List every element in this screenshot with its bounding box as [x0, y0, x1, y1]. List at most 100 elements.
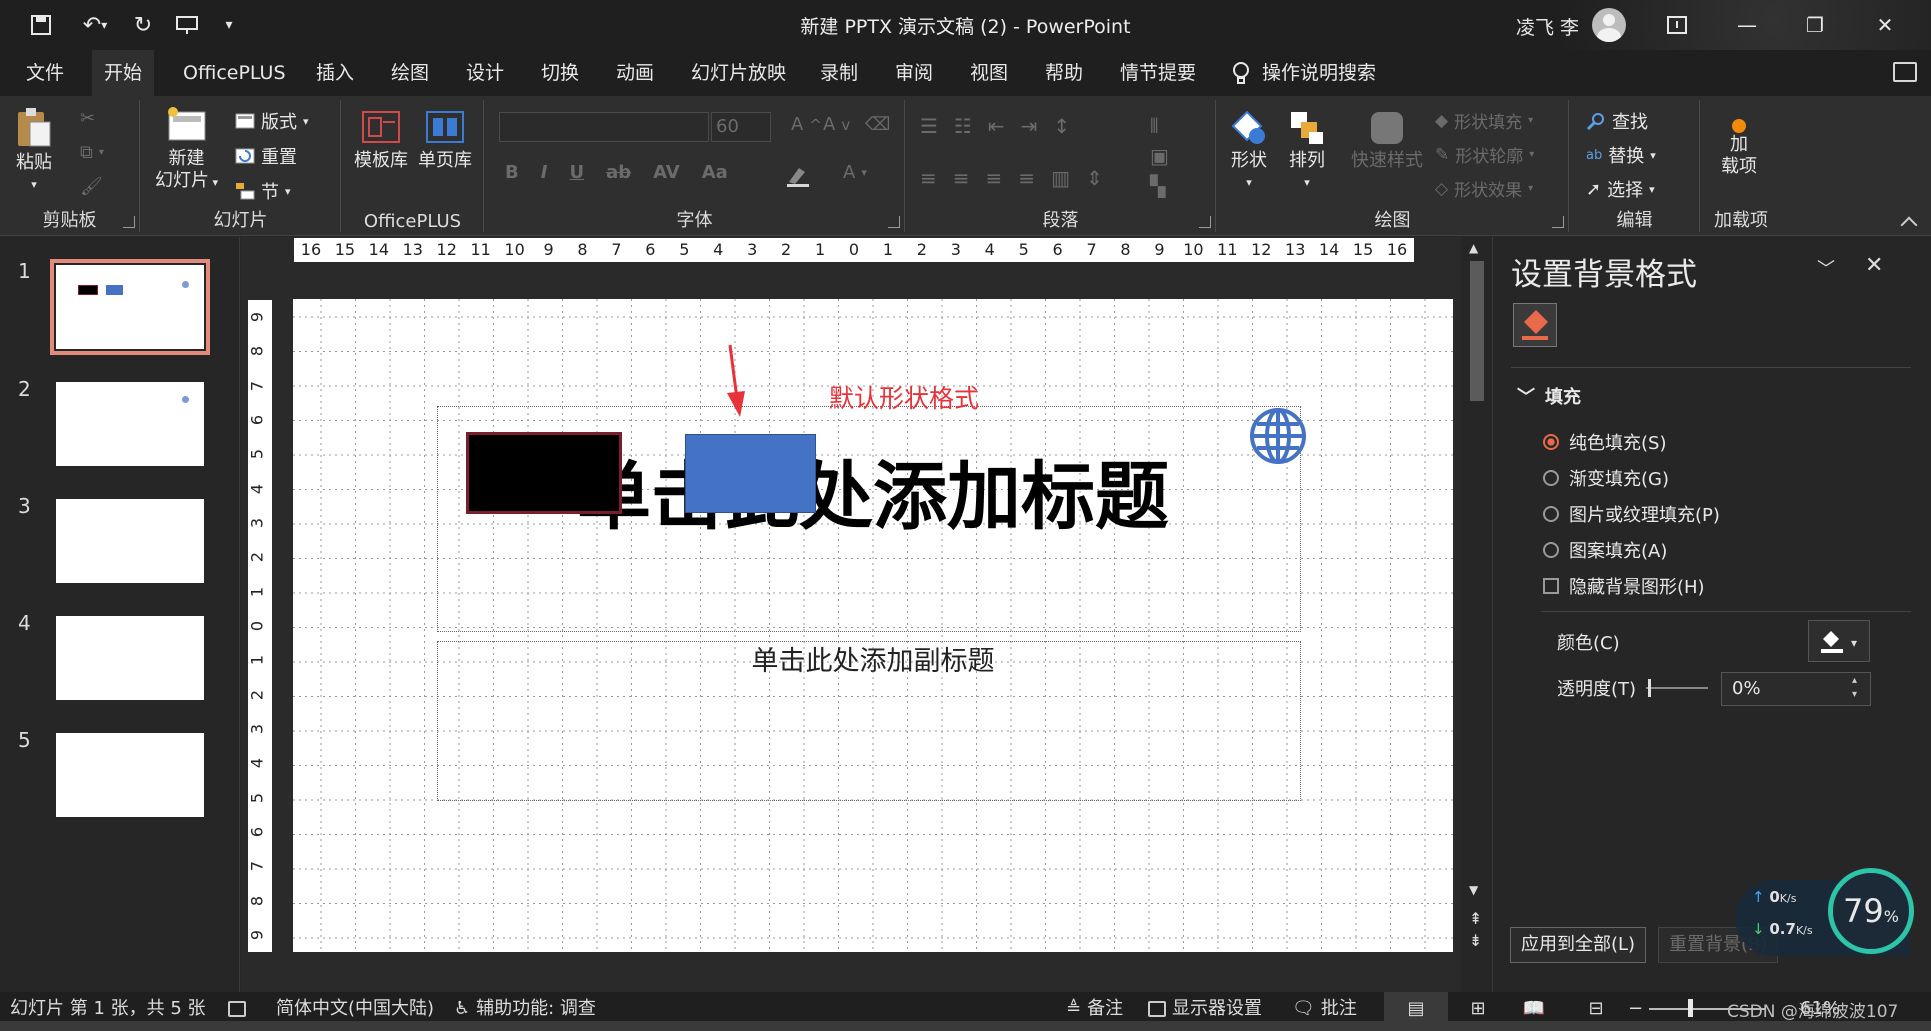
tab-design[interactable]: 设计: [454, 50, 516, 96]
align-center-icon[interactable]: ≡: [953, 166, 970, 190]
slide-thumbnail-4[interactable]: [56, 616, 204, 700]
user-name[interactable]: 凌飞 李: [1516, 13, 1579, 40]
hide-background-checkbox[interactable]: 隐藏背景图形(H): [1543, 573, 1705, 599]
avatar[interactable]: [1592, 8, 1626, 42]
editor-scrollbar[interactable]: ▲ ▼ ⇞ ⇟: [1463, 237, 1491, 992]
globe-icon[interactable]: [1249, 407, 1307, 465]
scroll-thumb[interactable]: [1470, 261, 1484, 401]
highlight-icon[interactable]: [785, 162, 811, 188]
replace-button[interactable]: ab 替换 ▾: [1586, 142, 1656, 168]
transparency-spinner-icon[interactable]: ▴ ▾: [1852, 674, 1857, 702]
shape-fill-button[interactable]: ◆ 形状填充 ▾: [1435, 108, 1533, 134]
transparency-input[interactable]: 0%: [1721, 672, 1871, 706]
quick-styles-button[interactable]: 快速样式: [1351, 108, 1423, 172]
option-gradient-fill[interactable]: 渐变填充(G): [1543, 465, 1669, 491]
transparency-slider[interactable]: [1646, 679, 1708, 697]
align-text-icon[interactable]: ▣: [1150, 144, 1169, 168]
new-slide-button[interactable]: 新建 幻灯片 ▾: [155, 106, 218, 194]
layout-button[interactable]: 版式 ▾: [235, 108, 309, 134]
restore-icon[interactable]: ❐: [1792, 8, 1838, 42]
align-left-icon[interactable]: ≡: [920, 166, 937, 190]
shape-effects-button[interactable]: ◇ 形状效果 ▾: [1435, 176, 1533, 202]
find-button[interactable]: 查找: [1586, 108, 1648, 134]
format-painter-icon[interactable]: 🖌: [80, 176, 103, 197]
paragraph-launcher-icon[interactable]: [1199, 216, 1211, 228]
tab-storyboard[interactable]: 情节提要: [1108, 50, 1208, 96]
clipboard-launcher-icon[interactable]: [123, 216, 135, 228]
option-pattern-fill[interactable]: 图案填充(A): [1543, 537, 1667, 563]
fill-section-header[interactable]: ﹀ 填充: [1517, 383, 1581, 409]
addins-button[interactable]: 加 载项: [1721, 118, 1757, 178]
italic-icon[interactable]: I: [541, 162, 548, 183]
collapse-ribbon-icon[interactable]: [1900, 216, 1918, 234]
thumbnail-scrollbar[interactable]: [222, 237, 240, 992]
paste-button[interactable]: 粘贴 ▾: [14, 106, 54, 196]
align-right-icon[interactable]: ≡: [986, 166, 1003, 190]
font-color-icon[interactable]: A ▾: [843, 162, 867, 183]
tab-insert[interactable]: 插入: [304, 50, 366, 96]
tab-review[interactable]: 审阅: [883, 50, 945, 96]
black-rectangle-shape[interactable]: [466, 432, 622, 514]
minimize-icon[interactable]: —: [1724, 8, 1770, 42]
font-size-box[interactable]: 60: [711, 112, 771, 142]
numbering-icon[interactable]: ☷: [954, 114, 972, 138]
bullets-icon[interactable]: ☰: [920, 114, 938, 138]
slide-thumbnail-1[interactable]: [50, 259, 210, 355]
arrange-button[interactable]: 排列 ▾: [1287, 108, 1327, 194]
color-picker-button[interactable]: ▾: [1808, 620, 1870, 662]
blue-rectangle-shape[interactable]: [685, 434, 816, 513]
save-icon[interactable]: [24, 10, 58, 40]
slide-canvas[interactable]: 单击此处添加标题 单击此处添加副标题 默认形状格式: [293, 299, 1453, 952]
char-spacing-icon[interactable]: AV: [653, 162, 680, 183]
justify-icon[interactable]: ≡: [1018, 166, 1035, 190]
section-button[interactable]: 节 ▾: [235, 178, 291, 204]
zoom-slider-knob[interactable]: [1688, 999, 1693, 1017]
pane-close-icon[interactable]: ✕: [1865, 253, 1883, 278]
undo-icon[interactable]: ↶ ▾: [70, 10, 120, 40]
tab-draw[interactable]: 绘图: [379, 50, 441, 96]
text-direction-tool-icon[interactable]: ⫴: [1150, 114, 1158, 138]
redo-icon[interactable]: ↻: [126, 10, 160, 40]
slide-thumbnail-2[interactable]: [56, 382, 204, 466]
tab-view[interactable]: 视图: [958, 50, 1020, 96]
customize-toolbar-icon[interactable]: ▾: [212, 10, 246, 40]
tab-home[interactable]: 开始: [92, 50, 155, 96]
smartart-icon[interactable]: ▚: [1150, 174, 1165, 198]
pane-options-icon[interactable]: ﹀: [1817, 255, 1835, 281]
clear-format-icon[interactable]: ⌫: [865, 114, 890, 135]
columns-icon[interactable]: ▥: [1051, 166, 1070, 190]
shapes-button[interactable]: 形状 ▾: [1229, 108, 1269, 194]
tab-record[interactable]: 录制: [808, 50, 870, 96]
tell-me-search[interactable]: 操作说明搜索: [1232, 50, 1376, 96]
ribbon-display-icon[interactable]: [1654, 8, 1700, 42]
bold-icon[interactable]: B: [505, 162, 519, 183]
tab-animations[interactable]: 动画: [604, 50, 666, 96]
comments-icon[interactable]: [1893, 62, 1917, 82]
grow-font-icon[interactable]: A ^: [791, 114, 822, 135]
text-direction-icon[interactable]: ⇕: [1086, 166, 1103, 190]
line-spacing-icon[interactable]: ↕: [1053, 114, 1070, 138]
template-library-button[interactable]: 模板库: [354, 108, 408, 172]
drawing-launcher-icon[interactable]: [1552, 216, 1564, 228]
increase-indent-icon[interactable]: ⇥: [1021, 114, 1038, 138]
single-page-library-button[interactable]: 单页库: [418, 108, 472, 172]
presenter-icon[interactable]: [170, 10, 204, 40]
decrease-indent-icon[interactable]: ⇤: [988, 114, 1005, 138]
subtitle-placeholder-text[interactable]: 单击此处添加副标题: [293, 639, 1453, 678]
close-icon[interactable]: ✕: [1862, 8, 1908, 42]
tab-file[interactable]: 文件: [14, 50, 76, 96]
option-solid-fill[interactable]: 纯色填充(S): [1543, 429, 1666, 455]
cut-icon[interactable]: ✂: [80, 108, 95, 129]
slide-thumbnail-3[interactable]: [56, 499, 204, 583]
select-button[interactable]: ➚ 选择 ▾: [1586, 176, 1655, 202]
change-case-icon[interactable]: Aa: [702, 162, 728, 183]
tab-slideshow[interactable]: 幻灯片放映: [679, 50, 798, 96]
reset-button[interactable]: 重置: [235, 143, 297, 169]
font-name-box[interactable]: [499, 112, 709, 142]
scroll-down-icon[interactable]: ▼: [1469, 883, 1478, 897]
font-launcher-icon[interactable]: [888, 216, 900, 228]
underline-icon[interactable]: U: [569, 162, 584, 183]
tab-officeplus[interactable]: OfficePLUS: [171, 50, 298, 96]
tab-help[interactable]: 帮助: [1033, 50, 1095, 96]
shrink-font-icon[interactable]: Av: [823, 114, 850, 135]
